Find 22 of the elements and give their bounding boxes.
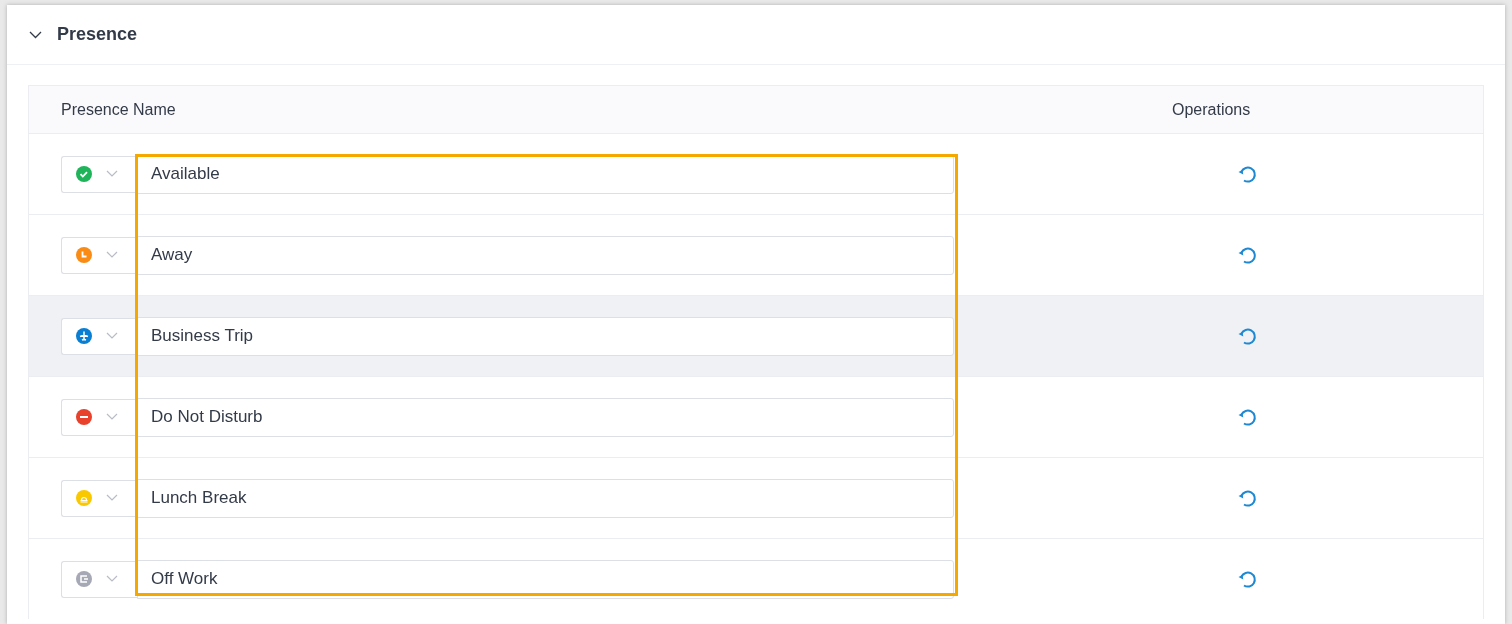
chevron-down-icon bbox=[106, 251, 118, 259]
name-field[interactable]: Lunch Break bbox=[137, 478, 954, 518]
name-field[interactable]: Off Work bbox=[137, 559, 954, 599]
name-field[interactable]: Available bbox=[137, 154, 954, 194]
icon-select[interactable] bbox=[61, 236, 137, 274]
icon-select[interactable] bbox=[61, 398, 137, 436]
section-title: Presence bbox=[57, 24, 138, 45]
chevron-down-icon bbox=[106, 170, 118, 178]
name-field[interactable]: Business Trip bbox=[137, 316, 954, 356]
chevron-down-icon bbox=[106, 494, 118, 502]
icon-select[interactable] bbox=[61, 479, 137, 517]
chevron-down-icon bbox=[106, 575, 118, 583]
name-field[interactable]: Do Not Disturb bbox=[137, 397, 954, 437]
chevron-down-icon bbox=[106, 413, 118, 421]
icon-select[interactable] bbox=[61, 155, 137, 193]
icon-select[interactable] bbox=[61, 560, 137, 598]
chevron-down-icon[interactable] bbox=[29, 30, 42, 39]
chevron-down-icon bbox=[106, 332, 118, 340]
icon-select[interactable] bbox=[61, 317, 137, 355]
name-field[interactable]: Away bbox=[137, 235, 954, 275]
column-header: Operations bbox=[1172, 100, 1251, 119]
column-header: Presence Name bbox=[60, 100, 177, 119]
